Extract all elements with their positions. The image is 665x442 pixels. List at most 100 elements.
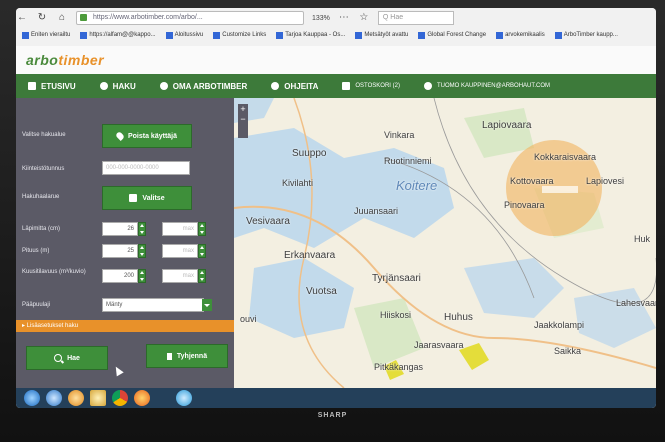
volume-min-stepper[interactable]	[138, 269, 146, 283]
search-icon	[99, 82, 108, 90]
windows-start-icon[interactable]	[24, 390, 40, 406]
page-icon	[355, 31, 363, 39]
map-label: Kivilahti	[282, 178, 314, 188]
browser-icon[interactable]	[46, 390, 62, 406]
bookmark-item[interactable]: Eniten vierailtu	[22, 31, 70, 39]
bookmark-item[interactable]: Customize Links	[213, 31, 266, 39]
map-label: Kottovaara	[510, 176, 554, 186]
bookmark-item[interactable]: ArboTimber kaupp...	[554, 31, 618, 39]
bookmark-item[interactable]: Metsätyöt avattu	[355, 31, 408, 39]
map-label: Erkanvaara	[284, 250, 336, 261]
diameter-min-stepper[interactable]	[138, 222, 146, 236]
remove-selection-button[interactable]: Poista käyttäjä	[102, 124, 192, 148]
nav-ohjeita[interactable]: OHJEITA	[259, 74, 330, 98]
bookmark-item[interactable]: arvokemikaalis	[496, 31, 545, 39]
media-icon[interactable]	[68, 390, 84, 406]
map-label: Vinkara	[384, 130, 415, 140]
grid-icon	[129, 194, 138, 202]
height-max-stepper[interactable]	[198, 244, 206, 258]
browser-chrome: ← ↻ ⌂ https://www.arbotimber.com/arbo/..…	[16, 8, 656, 47]
back-arrow-icon[interactable]: ←	[16, 12, 28, 24]
page-icon	[165, 31, 173, 39]
map-label: Lapiovaara	[482, 120, 532, 131]
volume-label: Kuusitilavuus (m³/kuvio)	[22, 269, 86, 275]
diameter-min-input[interactable]: 26	[102, 222, 138, 236]
map-label: Huk	[634, 234, 651, 244]
skype-icon[interactable]	[176, 390, 192, 406]
reload-icon[interactable]: ↻	[36, 12, 48, 24]
nav-user-account[interactable]: TUOMO KAUPPINEN@ARBOHAUT.COM	[412, 74, 562, 98]
property-id-input[interactable]: 000-000-0000-0000	[102, 161, 190, 175]
nav-oma-arbotimber[interactable]: OMA ARBOTIMBER	[148, 74, 260, 98]
chrome-icon[interactable]	[112, 390, 128, 406]
more-options-toggle[interactable]: ▸ Lisäasetukset haku	[16, 320, 234, 332]
map-label: Jaakkolampi	[534, 320, 585, 330]
file-explorer-icon[interactable]	[90, 390, 106, 406]
map-label: Ruotinniemi	[384, 156, 432, 166]
bookmark-star-icon[interactable]: ☆	[358, 12, 370, 24]
page-icon	[213, 31, 221, 39]
volume-max-stepper[interactable]	[198, 269, 206, 283]
map-label: Huhus	[444, 312, 473, 323]
map-label: Lapiovesi	[586, 176, 625, 186]
home-browser-icon[interactable]: ⌂	[56, 12, 68, 24]
site-logo[interactable]: arbotimber	[26, 52, 104, 68]
bookmark-item[interactable]: Global Forest Change	[418, 31, 486, 39]
page-icon	[554, 31, 562, 39]
nav-etusivu[interactable]: ETUSIVU	[16, 74, 88, 98]
height-min-input[interactable]: 25	[102, 244, 138, 258]
select-area-label: Valitse hakualue	[22, 132, 66, 138]
map-view[interactable]: + − Vinkara Lapiovaara Suuppo Ruotinniem…	[234, 98, 656, 388]
nav-haku[interactable]: HAKU	[88, 74, 148, 98]
more-icon[interactable]: ⋯	[338, 12, 350, 24]
height-label: Pituus (m)	[22, 248, 50, 254]
species-select[interactable]: Mänty	[102, 298, 204, 312]
main-nav: ETUSIVU HAKU OMA ARBOTIMBER OHJEITA OSTO…	[16, 74, 656, 98]
map-label: Hiiskosi	[380, 310, 412, 320]
zoom-level[interactable]: 133%	[312, 15, 330, 22]
map-label: Jaarasvaara	[414, 340, 464, 350]
diameter-label: Läpimitta (cm)	[22, 226, 61, 232]
zoom-out-button[interactable]: −	[238, 114, 248, 124]
property-id-label: Kiinteistötunnus	[22, 166, 65, 172]
height-max-input[interactable]: max	[162, 244, 198, 258]
map-label: Vuotsa	[306, 286, 337, 297]
volume-max-input[interactable]: max	[162, 269, 198, 283]
diameter-max-stepper[interactable]	[198, 222, 206, 236]
page-icon	[80, 31, 88, 39]
search-area-label: Hakuhaalarue	[22, 194, 60, 200]
windows-taskbar	[16, 388, 656, 408]
site-header: arbotimber	[16, 46, 656, 74]
nav-ostoskori[interactable]: OSTOSKORI (2)	[330, 74, 412, 98]
diameter-max-input[interactable]: max	[162, 222, 198, 236]
chevron-down-icon[interactable]	[202, 299, 212, 311]
url-bar[interactable]: https://www.arbotimber.com/arbo/...	[76, 11, 304, 25]
volume-min-input[interactable]: 200	[102, 269, 138, 283]
height-min-stepper[interactable]	[138, 244, 146, 258]
map-label: ouvi	[240, 314, 257, 324]
map-label: Vesivaara	[246, 216, 290, 227]
page-icon	[276, 31, 284, 39]
trash-icon	[166, 352, 172, 360]
firefox-icon[interactable]	[134, 390, 150, 406]
question-icon	[271, 82, 280, 90]
choose-area-button[interactable]: Valitse	[102, 186, 192, 210]
map-zoom-control: + −	[238, 104, 248, 138]
home-icon	[28, 82, 36, 90]
map-label: Lahesvaara	[616, 298, 656, 308]
bookmark-item[interactable]: https://alfam@@kappo...	[80, 31, 156, 39]
search-sidebar: Valitse hakualue Poista käyttäjä Kiintei…	[16, 98, 234, 388]
bookmark-item[interactable]: Tarjoa Kauppaa - Os...	[276, 31, 345, 39]
monitor-brand-logo: SHARP	[317, 412, 348, 419]
clear-button[interactable]: Tyhjennä	[146, 344, 228, 368]
url-text: https://www.arbotimber.com/arbo/...	[93, 14, 203, 21]
page-icon	[496, 31, 504, 39]
map-label: Juuansaari	[354, 206, 399, 216]
zoom-in-button[interactable]: +	[238, 104, 248, 114]
magnifier-icon	[54, 354, 63, 362]
map-label: Suuppo	[292, 148, 327, 159]
search-button[interactable]: Hae	[26, 346, 108, 370]
browser-search-input[interactable]: Q Hae	[377, 11, 454, 25]
bookmark-item[interactable]: Aloitussivu	[165, 31, 203, 39]
map-label: Tyrjänsaari	[372, 273, 421, 284]
